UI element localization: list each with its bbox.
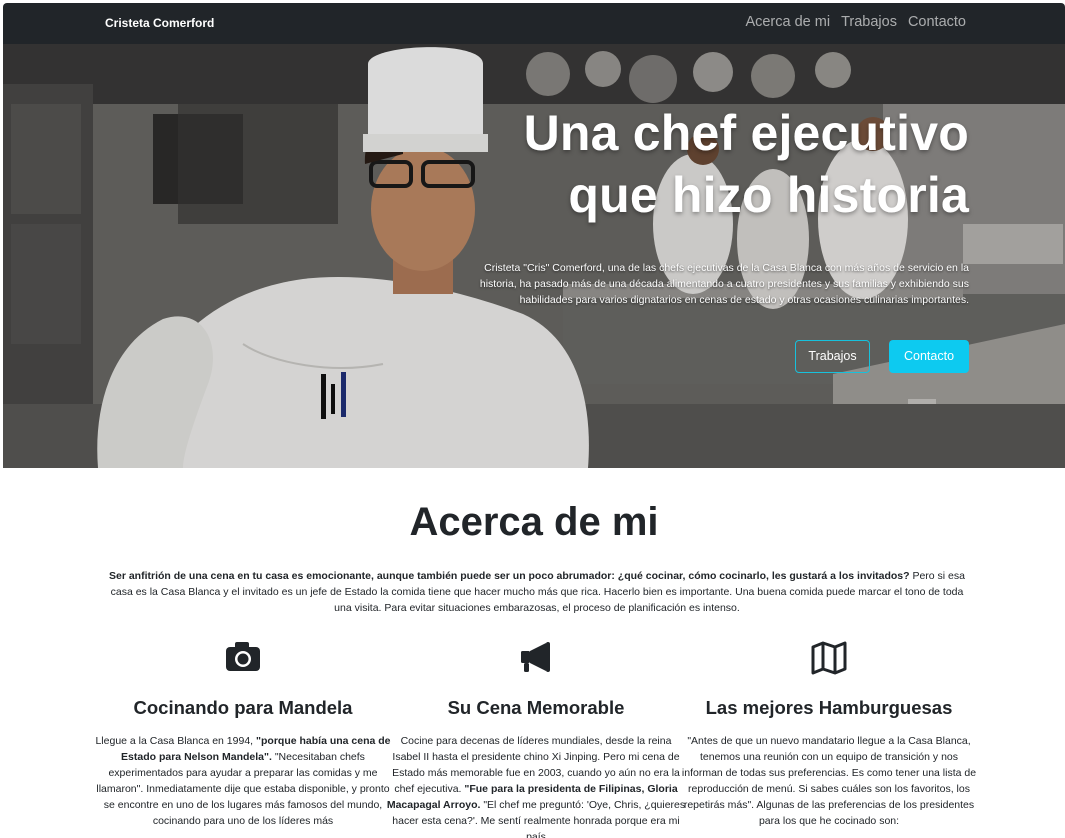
hero-lead: Cristeta "Cris" Comerford, una de las ch… bbox=[479, 262, 969, 306]
page-frame: Cristeta Comerford Acerca de mi Trabajos… bbox=[3, 3, 1065, 838]
feature-hamburguesas-text: "Antes de que un nuevo mandatario llegue… bbox=[679, 733, 979, 829]
feature-mandela-text-a: Llegue a la Casa Blanca en 1994, bbox=[95, 735, 257, 747]
navbar: Cristeta Comerford Acerca de mi Trabajos… bbox=[3, 3, 1065, 44]
nav-links: Acerca de mi Trabajos Contacto bbox=[745, 14, 966, 30]
feature-hamburguesas-text-a: "Antes de que un nuevo mandatario llegue… bbox=[681, 735, 977, 827]
megaphone-icon bbox=[521, 642, 550, 672]
hero-trabajos-button[interactable]: Trabajos bbox=[795, 340, 870, 373]
map-icon bbox=[811, 641, 847, 675]
hero-contacto-button[interactable]: Contacto bbox=[889, 340, 969, 373]
feature-cena-text: Cocine para decenas de líderes mundiales… bbox=[386, 733, 686, 838]
feature-mandela-title: Cocinando para Mandela bbox=[133, 697, 353, 718]
nav-link-trabajos[interactable]: Trabajos bbox=[841, 14, 897, 30]
hero-title-line2: que hizo historia bbox=[568, 167, 969, 223]
nav-link-acerca[interactable]: Acerca de mi bbox=[745, 14, 830, 30]
feature-mandela-text: Llegue a la Casa Blanca en 1994, "porque… bbox=[93, 733, 393, 829]
hero-section: Una chef ejecutivo que hizo historia Cri… bbox=[3, 44, 1065, 468]
feature-cena: Su Cena Memorable Cocine para decenas de… bbox=[386, 639, 686, 838]
feature-cena-title: Su Cena Memorable bbox=[447, 697, 625, 718]
hero-title-line1: Una chef ejecutivo bbox=[523, 105, 969, 161]
feature-mandela: Cocinando para Mandela Llegue a la Casa … bbox=[93, 639, 393, 829]
nav-link-contacto[interactable]: Contacto bbox=[908, 14, 966, 30]
navbar-brand[interactable]: Cristeta Comerford bbox=[105, 16, 214, 30]
feature-hamburguesas-title: Las mejores Hamburguesas bbox=[705, 697, 953, 718]
feature-hamburguesas: Las mejores Hamburguesas "Antes de que u… bbox=[679, 639, 979, 829]
about-lead: Ser anfitrión de una cena en tu casa es … bbox=[103, 568, 971, 616]
camera-icon bbox=[226, 642, 260, 671]
about-lead-bold: Ser anfitrión de una cena en tu casa es … bbox=[109, 570, 910, 582]
hero-title: Una chef ejecutivo que hizo historia bbox=[369, 102, 969, 226]
about-title: Acerca de mi bbox=[409, 500, 659, 544]
